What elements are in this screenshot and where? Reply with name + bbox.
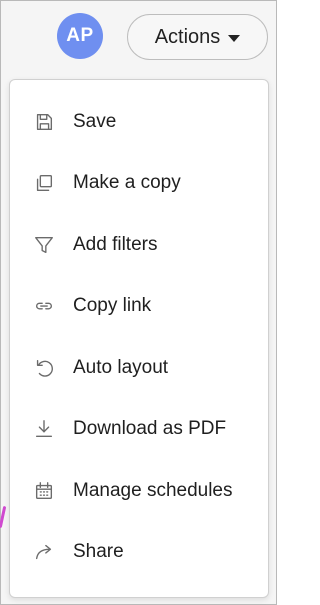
menu-item-label: Add filters [73,233,158,255]
undo-icon [32,356,56,380]
app-frame: AP Actions Save Make a copy Add filters … [0,0,277,605]
link-icon [32,294,56,318]
avatar[interactable]: AP [57,13,103,59]
menu-item-manage-schedules[interactable]: Manage schedules [10,460,268,522]
actions-button-label: Actions [154,25,221,48]
avatar-initials: AP [66,25,94,46]
actions-button[interactable]: Actions [127,14,268,60]
menu-item-label: Download as PDF [73,418,227,440]
menu-item-copy-link[interactable]: Copy link [10,276,268,338]
background-chart-edge [0,505,7,529]
copy-icon [32,171,56,195]
menu-item-auto-layout[interactable]: Auto layout [10,337,268,399]
menu-item-make-copy[interactable]: Make a copy [10,153,268,215]
menu-item-label: Save [73,110,117,132]
caret-down-icon [228,34,241,42]
menu-item-label: Copy link [73,295,152,317]
calendar-icon [32,479,56,503]
menu-item-add-filters[interactable]: Add filters [10,214,268,276]
share-icon [32,540,56,564]
menu-item-save[interactable]: Save [10,91,268,153]
menu-item-label: Make a copy [73,172,181,194]
save-icon [32,110,56,134]
menu-item-share[interactable]: Share [10,522,268,584]
actions-dropdown-menu: Save Make a copy Add filters Copy link A… [9,79,269,598]
menu-item-label: Manage schedules [73,479,233,501]
menu-item-label: Auto layout [73,356,169,378]
menu-item-download-pdf[interactable]: Download as PDF [10,399,268,461]
menu-item-label: Share [73,541,124,563]
filter-icon [32,233,56,257]
download-icon [32,417,56,441]
